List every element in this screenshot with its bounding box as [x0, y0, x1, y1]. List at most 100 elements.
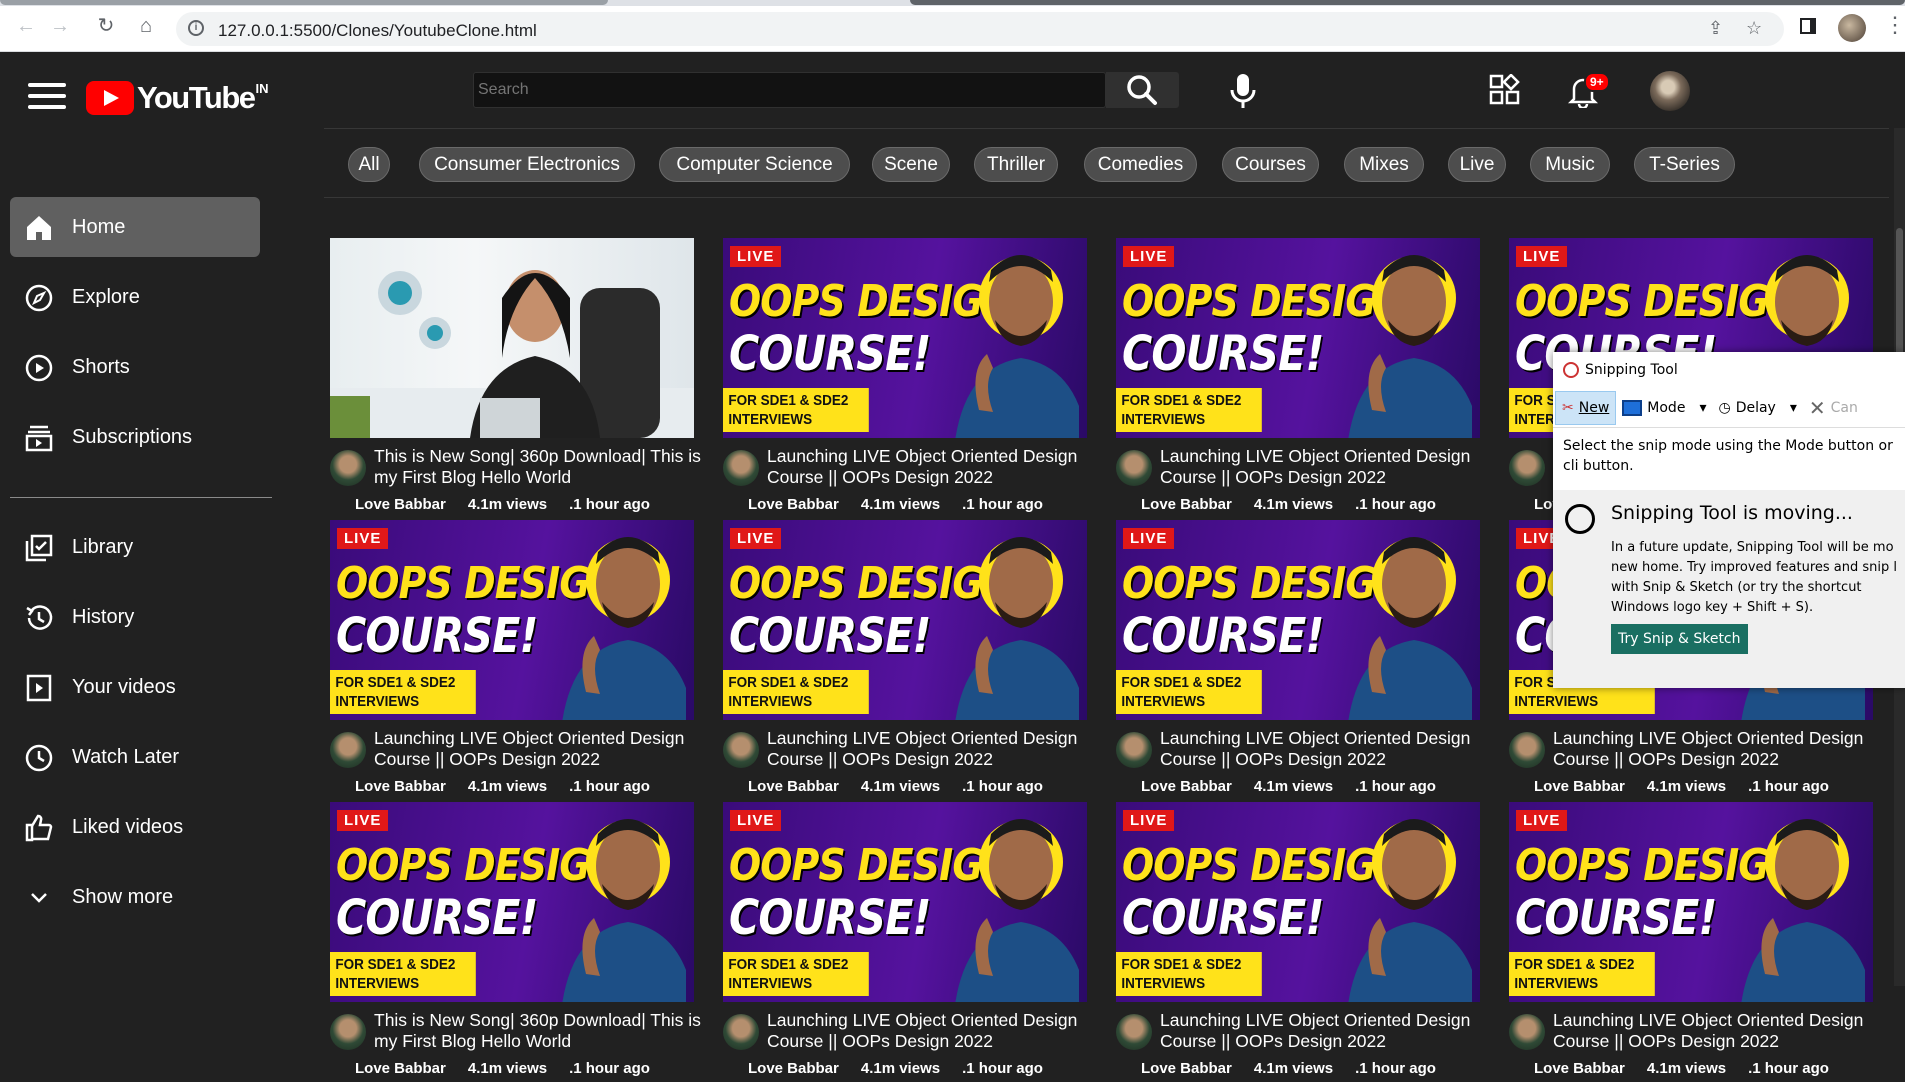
video-card[interactable]: LIVEOOPS DESIGNCOURSE!FOR SDE1 & SDE2 IN… — [723, 802, 1087, 1082]
video-title[interactable]: Launching LIVE Object Oriented Design Co… — [767, 446, 1107, 488]
sidebar-item-home[interactable]: Home — [10, 197, 260, 257]
video-thumbnail[interactable] — [330, 238, 694, 438]
channel-avatar[interactable] — [1116, 732, 1152, 768]
video-card[interactable]: LIVEOOPS DESIGNCOURSE!FOR SDE1 & SDE2 IN… — [1116, 802, 1480, 1082]
search-input[interactable] — [474, 73, 1105, 107]
channel-name[interactable]: Love Babbar — [1534, 778, 1625, 795]
sidebar-item-liked-videos[interactable]: Liked videos — [10, 797, 260, 857]
tab-active[interactable] — [0, 0, 608, 5]
youtube-logo[interactable]: YouTube IN — [86, 80, 269, 115]
sidebar-item-history[interactable]: History — [10, 587, 260, 647]
video-title[interactable]: Launching LIVE Object Oriented Design Co… — [1160, 1010, 1500, 1052]
chip[interactable]: Mixes — [1344, 147, 1424, 182]
channel-avatar[interactable] — [1116, 450, 1152, 486]
snip-mode-button[interactable]: Mode ▾ — [1616, 391, 1712, 425]
video-thumbnail[interactable]: LIVEOOPS DESIGNCOURSE!FOR SDE1 & SDE2 IN… — [1509, 802, 1873, 1002]
channel-avatar[interactable] — [1509, 1014, 1545, 1050]
url-text[interactable]: 127.0.0.1:5500/Clones/YoutubeClone.html — [218, 21, 537, 41]
video-card[interactable]: LIVEOOPS DESIGNCOURSE!FOR SDE1 & SDE2 IN… — [723, 238, 1087, 518]
microphone-icon[interactable] — [1228, 72, 1258, 110]
video-title[interactable]: Launching LIVE Object Oriented Design Co… — [767, 728, 1107, 770]
snip-titlebar[interactable]: Snipping Tool — [1553, 352, 1905, 388]
chip[interactable]: Thriller — [974, 147, 1058, 182]
video-card[interactable]: LIVEOOPS DESIGNCOURSE!FOR SDE1 & SDE2 IN… — [330, 802, 701, 1082]
chip-all[interactable]: All — [348, 147, 390, 182]
video-thumbnail[interactable]: LIVEOOPS DESIGNCOURSE!FOR SDE1 & SDE2 IN… — [1116, 802, 1480, 1002]
channel-name[interactable]: Love Babbar — [355, 496, 446, 513]
video-title[interactable]: This is New Song| 360p Download| This is… — [374, 446, 714, 488]
reload-icon[interactable]: ↻ — [92, 12, 120, 40]
address-bar[interactable]: i 127.0.0.1:5500/Clones/YoutubeClone.htm… — [176, 12, 1784, 46]
channel-name[interactable]: Love Babbar — [1141, 778, 1232, 795]
side-panel-icon[interactable] — [1800, 18, 1816, 34]
hamburger-menu-icon[interactable] — [28, 83, 66, 111]
chip[interactable]: Scene — [872, 147, 950, 182]
try-snip-sketch-button[interactable]: Try Snip & Sketch — [1611, 624, 1748, 654]
video-card[interactable]: LIVEOOPS DESIGNCOURSE!FOR SDE1 & SDE2 IN… — [330, 520, 694, 800]
bookmark-star-icon[interactable]: ☆ — [1746, 18, 1762, 39]
chip[interactable]: Music — [1530, 147, 1610, 182]
snip-new-button[interactable]: ✂ New — [1555, 390, 1617, 425]
channel-avatar[interactable] — [723, 732, 759, 768]
channel-name[interactable]: Love Babbar — [355, 1060, 446, 1077]
video-thumbnail[interactable]: LIVEOOPS DESIGNCOURSE!FOR SDE1 & SDE2 IN… — [723, 520, 1087, 720]
site-info-icon[interactable]: i — [188, 20, 204, 36]
sidebar-item-shorts[interactable]: Shorts — [10, 337, 260, 397]
video-title[interactable]: Launching LIVE Object Oriented Design Co… — [374, 728, 714, 770]
sidebar-item-watch-later[interactable]: Watch Later — [10, 727, 260, 787]
sidebar-item-subscriptions[interactable]: Subscriptions — [10, 407, 260, 467]
home-browser-icon[interactable]: ⌂ — [132, 12, 160, 40]
channel-avatar[interactable] — [1509, 732, 1545, 768]
channel-name[interactable]: Love Babbar — [355, 778, 446, 795]
sidebar-item-library[interactable]: Library — [10, 517, 260, 577]
channel-name[interactable]: Love Babbar — [748, 1060, 839, 1077]
sidebar-item-explore[interactable]: Explore — [10, 267, 260, 327]
channel-avatar[interactable] — [330, 1014, 366, 1050]
video-thumbnail[interactable]: LIVEOOPS DESIGNCOURSE!FOR SDE1 & SDE2 IN… — [1116, 238, 1480, 438]
channel-avatar[interactable] — [723, 1014, 759, 1050]
video-thumbnail[interactable]: LIVEOOPS DESIGNCOURSE!FOR SDE1 & SDE2 IN… — [1116, 520, 1480, 720]
channel-avatar[interactable] — [1116, 1014, 1152, 1050]
search-box[interactable] — [473, 72, 1106, 108]
channel-name[interactable]: Love Babbar — [1141, 496, 1232, 513]
browser-profile-avatar[interactable] — [1838, 14, 1866, 42]
channel-avatar[interactable] — [723, 450, 759, 486]
chip[interactable]: Computer Science — [659, 147, 850, 182]
video-card[interactable]: LIVEOOPS DESIGNCOURSE!FOR SDE1 & SDE2 IN… — [1116, 520, 1480, 800]
video-title[interactable]: Launching LIVE Object Oriented Design Co… — [1160, 446, 1500, 488]
chip[interactable]: Consumer Electronics — [419, 147, 635, 182]
chip[interactable]: Live — [1448, 147, 1506, 182]
back-arrow-icon[interactable]: ← — [12, 12, 40, 40]
channel-avatar[interactable] — [330, 450, 366, 486]
snip-delay-button[interactable]: ◷ Delay ▾ — [1712, 391, 1802, 425]
video-title[interactable]: Launching LIVE Object Oriented Design Co… — [1553, 728, 1893, 770]
channel-avatar[interactable] — [1509, 450, 1545, 486]
video-title[interactable]: This is New Song| 360p Download| This is… — [374, 1010, 714, 1052]
video-thumbnail[interactable]: LIVEOOPS DESIGNCOURSE!FOR SDE1 & SDE2 IN… — [723, 802, 1087, 1002]
video-thumbnail[interactable]: LIVEOOPS DESIGNCOURSE!FOR SDE1 & SDE2 IN… — [330, 802, 694, 1002]
video-title[interactable]: Launching LIVE Object Oriented Design Co… — [1160, 728, 1500, 770]
video-card[interactable]: LIVEOOPS DESIGNCOURSE!FOR SDE1 & SDE2 IN… — [1509, 802, 1873, 1082]
sidebar-item-show-more[interactable]: Show more — [10, 867, 260, 927]
chip[interactable]: Courses — [1222, 147, 1319, 182]
channel-name[interactable]: Love Babbar — [748, 778, 839, 795]
channel-name[interactable]: Love Babbar — [1141, 1060, 1232, 1077]
apps-grid-icon[interactable] — [1489, 74, 1521, 106]
channel-avatar[interactable] — [330, 732, 366, 768]
video-thumbnail[interactable]: LIVEOOPS DESIGNCOURSE!FOR SDE1 & SDE2 IN… — [330, 520, 694, 720]
video-title[interactable]: Launching LIVE Object Oriented Design Co… — [1553, 1010, 1893, 1052]
channel-name[interactable]: Love Babbar — [748, 496, 839, 513]
video-card[interactable]: This is New Song| 360p Download| This is… — [330, 238, 701, 518]
video-thumbnail[interactable]: LIVEOOPS DESIGNCOURSE!FOR SDE1 & SDE2 IN… — [723, 238, 1087, 438]
video-title[interactable]: Launching LIVE Object Oriented Design Co… — [767, 1010, 1107, 1052]
tab-other[interactable] — [910, 0, 1905, 5]
video-card[interactable]: LIVEOOPS DESIGNCOURSE!FOR SDE1 & SDE2 IN… — [1116, 238, 1480, 518]
sidebar-item-your-videos[interactable]: Your videos — [10, 657, 260, 717]
chip[interactable]: T-Series — [1634, 147, 1735, 182]
chip[interactable]: Comedies — [1084, 147, 1197, 182]
forward-arrow-icon[interactable]: → — [46, 12, 74, 40]
browser-menu-icon[interactable]: ⋮ — [1884, 12, 1905, 38]
user-avatar[interactable] — [1650, 71, 1690, 111]
search-button[interactable] — [1106, 72, 1179, 108]
channel-name[interactable]: Love Babbar — [1534, 1060, 1625, 1077]
